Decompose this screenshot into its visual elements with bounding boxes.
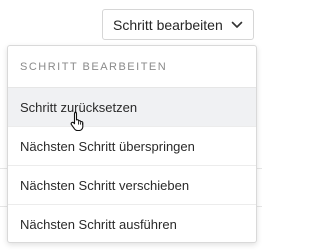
menu-item-skip-next-step[interactable]: Nächsten Schritt überspringen (8, 127, 256, 166)
menu-item-execute-next-step[interactable]: Nächsten Schritt ausführen (8, 205, 256, 242)
edit-step-dropdown-label: Schritt bearbeiten (113, 16, 223, 33)
chevron-down-icon (231, 19, 243, 31)
edit-step-dropdown-menu: SCHRITT BEARBEITEN Schritt zurücksetzen … (7, 45, 257, 243)
menu-item-reset-step[interactable]: Schritt zurücksetzen (8, 88, 256, 127)
edit-step-dropdown-button[interactable]: Schritt bearbeiten (102, 9, 254, 40)
menu-header: SCHRITT BEARBEITEN (8, 46, 256, 88)
menu-item-postpone-next-step[interactable]: Nächsten Schritt verschieben (8, 166, 256, 205)
